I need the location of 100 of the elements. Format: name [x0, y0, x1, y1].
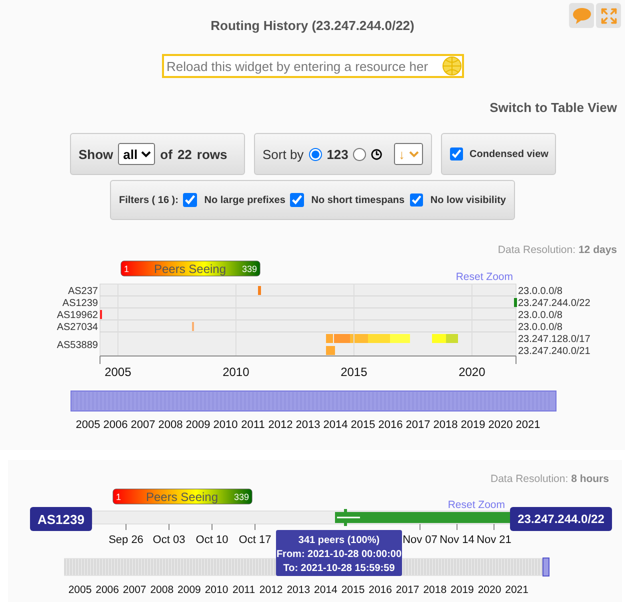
- visibility-bar: [258, 286, 261, 295]
- year-label: 2007: [122, 584, 146, 596]
- visibility-bar: [350, 334, 368, 343]
- tooltip-text: 341 peers (100%): [298, 535, 380, 546]
- navigator-handle[interactable]: [542, 558, 550, 576]
- expand-icon: [600, 6, 618, 24]
- show-label: Show: [78, 146, 114, 162]
- year-label: 2016: [368, 584, 392, 596]
- date-label: Nov 14: [440, 534, 474, 546]
- year-label: 2010: [204, 584, 228, 596]
- filter-checkbox[interactable]: [410, 193, 424, 207]
- visibility-bar: [368, 334, 390, 343]
- reset-zoom-link[interactable]: Reset Zoom: [448, 499, 505, 511]
- data-resolution: Data Resolution: 8 hours: [490, 473, 609, 485]
- resource-input[interactable]: Reload this widget by entering a resource her: [162, 54, 464, 78]
- year-label: 2010: [213, 419, 238, 431]
- condensed-view-checkbox[interactable]: [450, 147, 462, 161]
- year-label: 2008: [150, 584, 174, 596]
- legend-min: 1: [124, 264, 130, 274]
- sort-radio[interactable]: [353, 148, 366, 160]
- tooltip-text: From: 2021-10-28 00:00:00: [276, 549, 402, 560]
- date-label: Sep 26: [108, 534, 144, 546]
- visibility-bar: [432, 334, 446, 343]
- prefix-label: 23.247.244.0/22: [518, 512, 604, 526]
- year-label: 2006: [103, 419, 128, 431]
- filter-checkbox[interactable]: [290, 193, 304, 207]
- year-label: 2006: [96, 584, 119, 596]
- date-label: Nov 07: [402, 534, 438, 546]
- legend-title: Peers Seeing: [146, 490, 218, 504]
- year-label: 2018: [423, 584, 447, 596]
- year-label: 2019: [460, 419, 486, 431]
- widget-title: Routing History (23.247.244.0/22): [210, 18, 414, 33]
- year-label: 2020: [488, 419, 513, 431]
- year-label: 2012: [268, 419, 293, 431]
- legend-max: 339: [234, 492, 249, 502]
- year-label: 2009: [186, 419, 210, 431]
- year-label: 2005: [104, 365, 132, 379]
- prefix-label: 23.0.0.0/8: [518, 310, 562, 321]
- globe-icon: [442, 56, 462, 76]
- year-label: 2014: [314, 584, 338, 596]
- year-label: 2021: [505, 584, 528, 596]
- year-label: 2009: [178, 584, 201, 596]
- prefix-label: 23.247.128.0/17: [518, 334, 590, 345]
- sort-radio[interactable]: [308, 148, 322, 160]
- year-label: 2013: [286, 584, 310, 596]
- date-label: Oct 03: [152, 534, 186, 546]
- asn-label: AS1239: [62, 298, 98, 309]
- asn-label: AS237: [68, 286, 98, 297]
- condensed-view-label: Condensed view: [470, 148, 548, 160]
- year-label: 2011: [241, 419, 265, 431]
- number-sort-label: 123: [326, 146, 348, 162]
- year-label: 2005: [76, 419, 100, 431]
- date-label: Nov 21: [476, 534, 512, 546]
- row-count-select[interactable]: all: [118, 143, 156, 165]
- filters-label: Filters ( 16 ):: [119, 194, 178, 206]
- prefix-label: 23.0.0.0/8: [518, 286, 562, 297]
- asn-badge: [30, 507, 92, 531]
- prefix-label: 23.247.244.0/22: [518, 298, 590, 309]
- table-view-link[interactable]: Switch to Table View: [490, 100, 617, 115]
- prefix-label: 23.247.240.0/21: [518, 346, 590, 357]
- filter-label: No low visibility: [430, 194, 506, 206]
- clock-icon: [371, 148, 382, 160]
- year-label: 2019: [450, 584, 474, 596]
- year-label: 2017: [396, 584, 420, 596]
- date-label: Oct 17: [238, 534, 272, 546]
- year-label: 2020: [458, 365, 486, 379]
- legend-title: Peers Seeing: [154, 262, 226, 276]
- year-label: 2008: [158, 419, 183, 431]
- row-total: 22: [177, 146, 192, 162]
- asn-label: AS53889: [56, 340, 98, 351]
- year-label: 2005: [68, 584, 92, 596]
- legend-max: 339: [242, 264, 257, 274]
- year-label: 2021: [516, 419, 540, 431]
- visibility-bar: [326, 346, 335, 355]
- filter-checkbox[interactable]: [183, 193, 198, 207]
- year-label: 2015: [341, 584, 365, 596]
- filter-label: No short timespans: [311, 194, 405, 206]
- prefix-label: 23.0.0.0/8: [518, 322, 562, 333]
- year-label: 2015: [340, 365, 368, 379]
- year-label: 2014: [323, 419, 348, 431]
- visibility-bar: [390, 334, 410, 343]
- year-label: 2016: [378, 419, 403, 431]
- legend-min: 1: [116, 492, 122, 502]
- reset-zoom-link[interactable]: Reset Zoom: [456, 271, 513, 283]
- filter-label: No large prefixes: [204, 194, 286, 206]
- sort-label: Sort by: [262, 146, 304, 162]
- asn-label: AS19962: [56, 310, 98, 321]
- year-label: 2017: [406, 419, 430, 431]
- sort-direction-select[interactable]: ↓: [394, 143, 422, 165]
- speech-bubble-icon: [572, 6, 592, 24]
- year-label: 2012: [259, 584, 283, 596]
- visibility-bar: [446, 334, 458, 343]
- tooltip-text: To: 2021-10-28 15:59:59: [283, 563, 395, 574]
- year-label: 2007: [130, 419, 156, 431]
- year-label: 2020: [478, 584, 502, 596]
- year-label: 2011: [232, 584, 256, 596]
- data-resolution: Data Resolution: 12 days: [498, 244, 617, 256]
- visibility-bar: [514, 298, 517, 307]
- date-label: Oct 10: [196, 534, 228, 546]
- year-label: 2015: [350, 419, 376, 431]
